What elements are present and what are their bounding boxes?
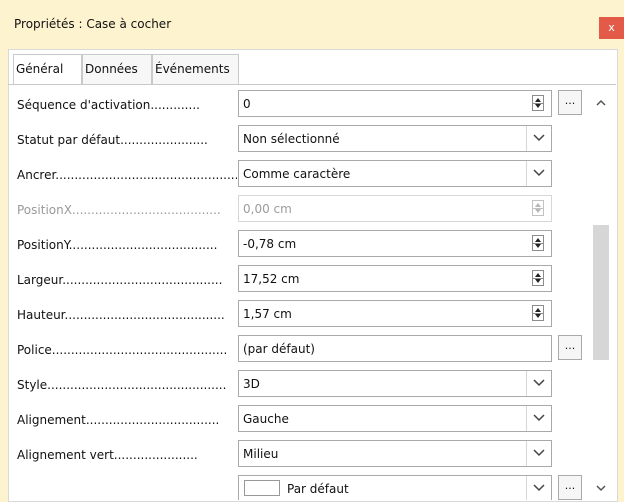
police-input[interactable]: (par défaut) — [238, 335, 552, 362]
partial-value: Par défaut — [287, 482, 349, 496]
ancrer-value: Comme caractère — [243, 167, 351, 181]
chevron-down-icon[interactable] — [595, 482, 607, 494]
chevron-down-icon[interactable] — [526, 406, 551, 431]
property-label: PositionY...............................… — [17, 238, 218, 252]
color-swatch — [244, 480, 280, 496]
property-label: PositionX...............................… — [17, 203, 221, 217]
property-label: Style...................................… — [17, 378, 227, 392]
ancrer-select[interactable]: Comme caractère — [238, 160, 552, 187]
property-row-statut-par-defaut: Statut par défaut.......................… — [17, 125, 593, 155]
chevron-down-icon[interactable] — [526, 476, 551, 500]
browse-button[interactable]: ... — [558, 335, 582, 360]
statut-par-defaut-select[interactable]: Non sélectionné — [238, 125, 552, 152]
alignement-vert-value: Milieu — [243, 447, 279, 461]
property-label: Séquence d'activation............. — [17, 98, 200, 112]
close-button[interactable]: x — [599, 17, 624, 39]
tab-label-donnees: Données — [85, 62, 138, 76]
chevron-down-icon[interactable] — [526, 441, 551, 466]
chevron-down-icon[interactable] — [526, 161, 551, 186]
property-row-largeur: Largeur.................................… — [17, 265, 593, 295]
spin-button-icon[interactable] — [532, 95, 544, 111]
property-row-police: Police..................................… — [17, 335, 593, 365]
hauteur-value: 1,57 cm — [243, 307, 292, 321]
browse-button[interactable]: ... — [558, 90, 582, 115]
browse-button[interactable]: ... — [558, 475, 582, 500]
positionx-value: 0,00 cm — [243, 202, 292, 216]
property-row-positionx: PositionX...............................… — [17, 195, 593, 225]
property-label: Police..................................… — [17, 343, 228, 357]
chevron-down-icon[interactable] — [526, 371, 551, 396]
police-value: (par défaut) — [243, 342, 315, 356]
positionx-input: 0,00 cm — [238, 195, 552, 222]
alignement-value: Gauche — [243, 412, 289, 426]
property-label: Statut par défaut....................... — [17, 133, 208, 147]
chevron-up-icon[interactable] — [595, 97, 607, 109]
property-row-hauteur: Hauteur.................................… — [17, 300, 593, 330]
largeur-value: 17,52 cm — [243, 272, 300, 286]
alignement-vert-select[interactable]: Milieu — [238, 440, 552, 467]
properties-list: Séquence d'activation............. 0 ...… — [17, 90, 593, 500]
chevron-down-icon[interactable] — [526, 126, 551, 151]
spin-button-icon — [532, 200, 544, 216]
scrollbar-thumb[interactable] — [593, 225, 609, 360]
property-row-partial: Par défaut ... — [17, 475, 593, 500]
hauteur-input[interactable]: 1,57 cm — [238, 300, 552, 327]
property-label: Alignement vert...................... — [17, 448, 198, 462]
property-row-alignement-vert: Alignement vert...................... Mi… — [17, 440, 593, 470]
largeur-input[interactable]: 17,52 cm — [238, 265, 552, 292]
spin-button-icon[interactable] — [532, 305, 544, 321]
property-label: Alignement..............................… — [17, 413, 220, 427]
property-label: Largeur.................................… — [17, 273, 223, 287]
property-row-positiony: PositionY...............................… — [17, 230, 593, 260]
title-bar: Propriétés : Case à cocher x — [0, 0, 624, 39]
style-select[interactable]: 3D — [238, 370, 552, 397]
close-icon: x — [608, 21, 615, 34]
spin-button-icon[interactable] — [532, 235, 544, 251]
property-label: Hauteur.................................… — [17, 308, 225, 322]
vertical-scrollbar[interactable] — [593, 90, 609, 500]
spin-button-icon[interactable] — [532, 270, 544, 286]
positiony-value: -0,78 cm — [243, 237, 297, 251]
alignement-select[interactable]: Gauche — [238, 405, 552, 432]
tab-label-evenements: Événements — [155, 62, 230, 76]
window-title: Propriétés : Case à cocher — [14, 17, 172, 31]
tab-general[interactable]: Général — [13, 54, 82, 85]
style-value: 3D — [243, 377, 260, 391]
property-row-alignement: Alignement..............................… — [17, 405, 593, 435]
property-row-style: Style...................................… — [17, 370, 593, 400]
sequence-activation-value: 0 — [243, 97, 251, 111]
tab-donnees[interactable]: Données — [82, 54, 152, 84]
tab-label-general: Général — [16, 62, 64, 76]
property-row-ancrer: Ancrer..................................… — [17, 160, 593, 190]
property-row-sequence-activation: Séquence d'activation............. 0 ... — [17, 90, 593, 120]
positiony-input[interactable]: -0,78 cm — [238, 230, 552, 257]
tab-evenements[interactable]: Événements — [152, 54, 239, 84]
statut-par-defaut-value: Non sélectionné — [243, 132, 340, 146]
property-label: Ancrer..................................… — [17, 168, 237, 182]
partial-select[interactable]: Par défaut — [238, 475, 552, 500]
tab-divider — [8, 84, 616, 85]
sequence-activation-input[interactable]: 0 — [238, 90, 552, 117]
